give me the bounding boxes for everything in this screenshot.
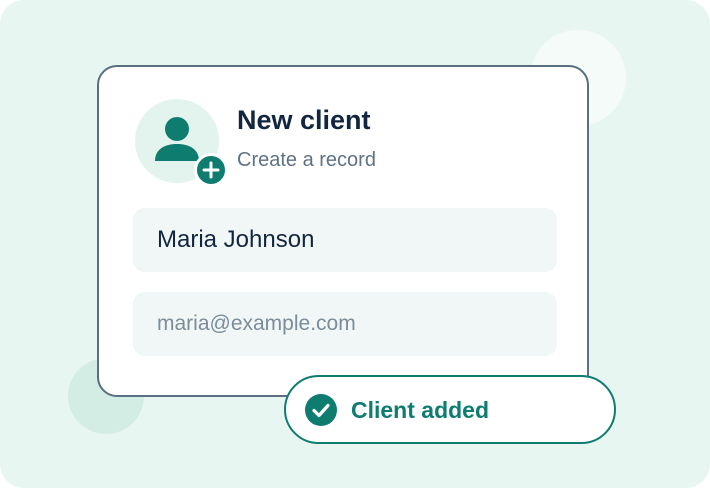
client-email-field[interactable]: maria@example.com: [133, 292, 557, 356]
illustration-background: New client Create a record Maria Johnson…: [0, 0, 710, 488]
client-name-field[interactable]: Maria Johnson: [133, 208, 557, 272]
check-icon: [312, 403, 330, 418]
client-email-value: maria@example.com: [157, 312, 356, 335]
toast-label: Client added: [351, 397, 490, 423]
card-subtitle: Create a record: [237, 149, 376, 171]
plus-icon: [202, 161, 220, 179]
client-name-value: Maria Johnson: [157, 226, 315, 253]
new-client-card: New client Create a record Maria Johnson…: [97, 65, 589, 397]
add-badge: [194, 153, 228, 187]
card-title: New client: [237, 105, 371, 135]
check-circle-icon: [305, 394, 337, 426]
success-toast: Client added: [284, 375, 616, 444]
